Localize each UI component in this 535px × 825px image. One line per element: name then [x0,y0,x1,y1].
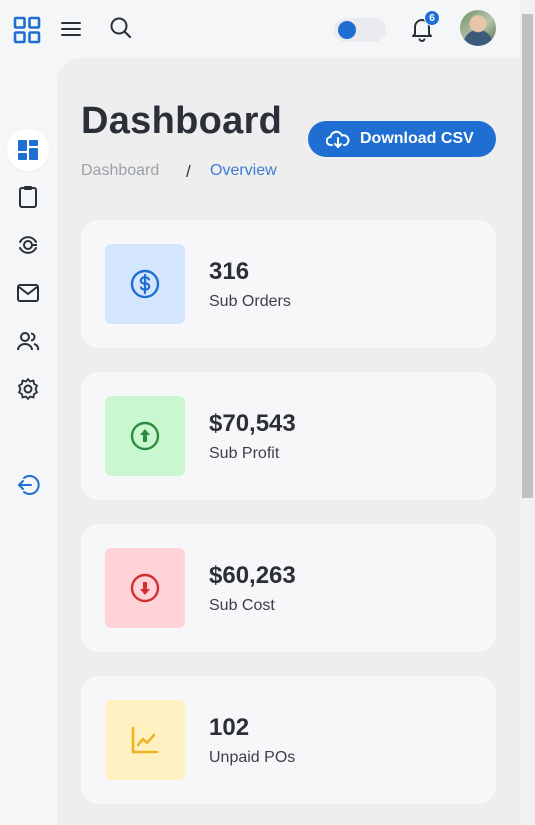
stat-label: Sub Orders [209,293,291,310]
grid-icon[interactable] [13,16,41,44]
breadcrumb-dashboard[interactable]: Dashboard [81,162,159,180]
stat-value: 102 [209,714,250,741]
settings-icon [18,378,38,400]
clipboard-icon [19,186,37,208]
stat-value: 316 [209,258,250,285]
stat-card-sub-cost[interactable]: $60,263 Sub Cost [81,524,496,652]
sidebar-item-mail[interactable] [7,272,49,314]
stat-value: $70,543 [209,410,296,437]
sidebar-item-users[interactable] [7,320,49,362]
cloud-download-icon [326,130,350,148]
search-icon[interactable] [107,14,135,42]
download-csv-button[interactable]: Download CSV [308,121,496,157]
stat-card-unpaid-pos[interactable]: 102 Unpaid POs [81,676,496,804]
logout-icon [18,475,40,495]
users-icon [17,332,40,351]
toggle-knob [338,21,356,39]
stat-label: Sub Profit [209,445,280,462]
stat-label: Sub Cost [209,597,275,614]
dollar-icon [105,244,185,324]
avatar[interactable] [460,10,496,46]
breadcrumb-overview[interactable]: Overview [210,162,277,180]
breadcrumb-separator: / [186,162,191,181]
arrow-up-icon [105,396,185,476]
sidebar-item-logout[interactable] [7,464,49,506]
sidebar-item-settings[interactable] [7,368,49,410]
stat-card-sub-profit[interactable]: $70,543 Sub Profit [81,372,496,500]
stat-label: Unpaid POs [209,749,296,766]
scrollbar-thumb[interactable] [522,14,533,498]
arrow-down-icon [105,548,185,628]
theme-toggle[interactable] [334,18,386,42]
sidebar-item-analytics[interactable] [7,224,49,266]
chart-icon [105,700,185,780]
analytics-icon [19,236,37,254]
sidebar-item-clipboard[interactable] [7,176,49,218]
stat-value: $60,263 [209,562,296,589]
dashboard-icon [18,140,38,160]
download-csv-label: Download CSV [360,130,474,147]
menu-icon[interactable] [58,16,84,42]
top-bar: 6 [0,0,520,58]
mail-icon [17,284,39,302]
sidebar-item-dashboard[interactable] [7,129,49,171]
stat-card-sub-orders[interactable]: 316 Sub Orders [81,220,496,348]
notification-badge: 6 [424,10,440,26]
page-title: Dashboard [81,100,283,142]
